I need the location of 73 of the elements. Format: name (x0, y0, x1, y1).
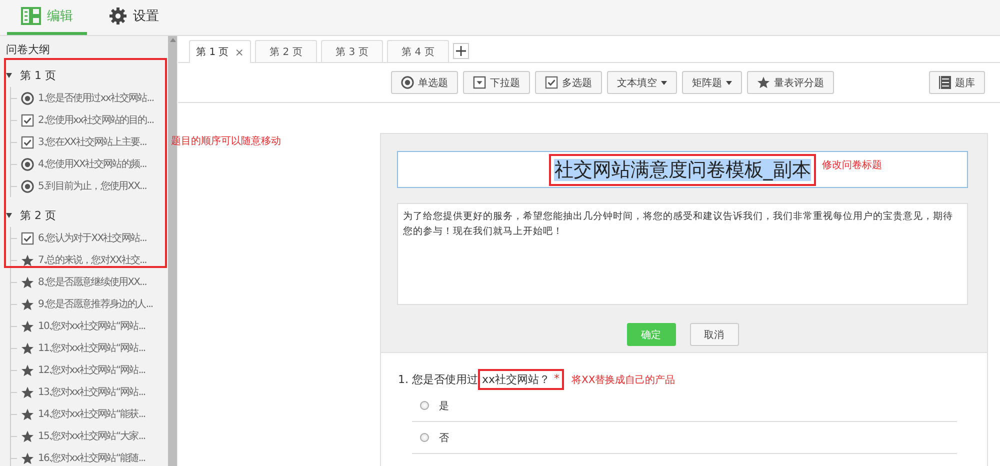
checkbox-icon (21, 114, 34, 126)
page-tab[interactable]: 第 4 页 (387, 40, 449, 62)
page-node[interactable]: 第 2 页 (6, 203, 168, 227)
star-icon (21, 452, 34, 464)
radio-icon (21, 180, 34, 192)
question-item[interactable]: 16.您对xx社交网站“能随... (38, 451, 146, 465)
form-icon (21, 7, 41, 25)
description-textarea[interactable]: 为了给您提供更好的服务，希望您能抽出几分钟时间，将您的感受和建议告诉我们，我们非常重视每位用户的宝贵意见，期待您的参与！现在我们就马上开始吧！ (397, 203, 968, 305)
close-button[interactable]: × (234, 46, 244, 58)
outline-title: 问卷大纲 (6, 42, 51, 57)
list-icon (939, 76, 951, 89)
question-item[interactable]: 14.您对xx社交网站“能获... (38, 407, 146, 421)
page-tab[interactable]: 第 1 页 × (189, 40, 251, 63)
star-icon (757, 76, 770, 89)
star-icon (21, 320, 34, 332)
annotation-note: 修改问卷标题 (822, 158, 882, 172)
question-type-button[interactable]: 单选题 (391, 71, 458, 94)
radio-button[interactable] (420, 401, 429, 410)
question-type-button[interactable]: 矩阵题 (682, 71, 742, 94)
dropdown-icon (473, 76, 486, 89)
question-type-button[interactable]: 文本填空 (607, 71, 677, 94)
question-item[interactable]: 13.您对xx社交网站“网站... (38, 385, 146, 399)
radio-icon (21, 158, 34, 170)
library-button[interactable]: 题库 (929, 71, 985, 94)
question-type-button[interactable]: 下拉题 (463, 71, 530, 94)
question-item[interactable]: 8.您是否愿意继续使用XX... (38, 275, 146, 289)
question-item[interactable]: 11.您对xx社交网站“网站... (38, 341, 146, 355)
question-item[interactable]: 15.您对xx社交网站“大家... (38, 429, 146, 443)
cancel-button[interactable]: 取消 (690, 323, 738, 346)
question-text: xx社交网站？ (482, 372, 550, 387)
survey-title: 社交网站满意度问卷模板_副本 (554, 158, 811, 180)
checkbox-icon (21, 136, 34, 148)
annotation-note: 将XX替换成自己的产品 (572, 374, 676, 386)
top-tab[interactable]: 设置 (95, 0, 173, 35)
radio-button[interactable] (420, 433, 429, 442)
question-item[interactable]: 4.您使用XX社交网站的频... (38, 157, 146, 171)
question-item[interactable]: 2.您使用xx社交网站的目的... (38, 113, 154, 127)
star-icon (21, 386, 34, 398)
star-icon (21, 254, 34, 266)
expand-triangle-icon[interactable] (6, 72, 12, 78)
page-tab[interactable]: 第 3 页 (321, 40, 383, 62)
page-node[interactable]: 第 1 页 (6, 63, 168, 87)
radio-icon (401, 76, 414, 89)
star-icon (21, 342, 34, 354)
question-item[interactable]: 3.您在XX社交网站上主要... (38, 135, 146, 149)
required-mark: * (554, 372, 560, 387)
question-text: 1. 您是否使用过 (398, 372, 478, 387)
star-icon (21, 276, 34, 288)
star-icon (21, 430, 34, 442)
page-tab[interactable]: 第 2 页 (255, 40, 317, 62)
title-input[interactable]: 社交网站满意度问卷模板_副本 修改问卷标题 (397, 151, 968, 188)
scroll-up-icon[interactable] (170, 38, 176, 42)
annotation-note: 题目的顺序可以随意移动 (171, 134, 281, 148)
checkbox-icon (545, 76, 558, 89)
question-type-button[interactable]: 多选题 (535, 71, 602, 94)
settings-icon (109, 7, 127, 25)
option-label: 是 (439, 400, 449, 412)
question-item[interactable]: 1.您是否使用过xx社交网站... (38, 91, 154, 105)
expand-triangle-icon[interactable] (6, 212, 12, 218)
question-type-button[interactable]: 量表评分题 (747, 71, 834, 94)
option-label: 否 (439, 432, 449, 444)
star-icon (21, 408, 34, 420)
question-item[interactable]: 12.您对xx社交网站“网站... (38, 363, 146, 377)
radio-icon (21, 92, 34, 104)
question-item[interactable]: 7.总的来说，您对XX社交... (38, 253, 146, 267)
star-icon (21, 298, 34, 310)
question-item[interactable]: 5.到目前为止，您使用XX... (38, 179, 146, 193)
add-icon[interactable] (453, 43, 469, 59)
question-item[interactable]: 9.您是否愿意推荐身边的人... (38, 297, 153, 311)
star-icon (21, 364, 34, 376)
question-item[interactable]: 6.您认为对于XX社交网站... (38, 231, 146, 245)
checkbox-icon (21, 232, 34, 244)
question-item[interactable]: 10.您对xx社交网站“网站... (38, 319, 146, 333)
